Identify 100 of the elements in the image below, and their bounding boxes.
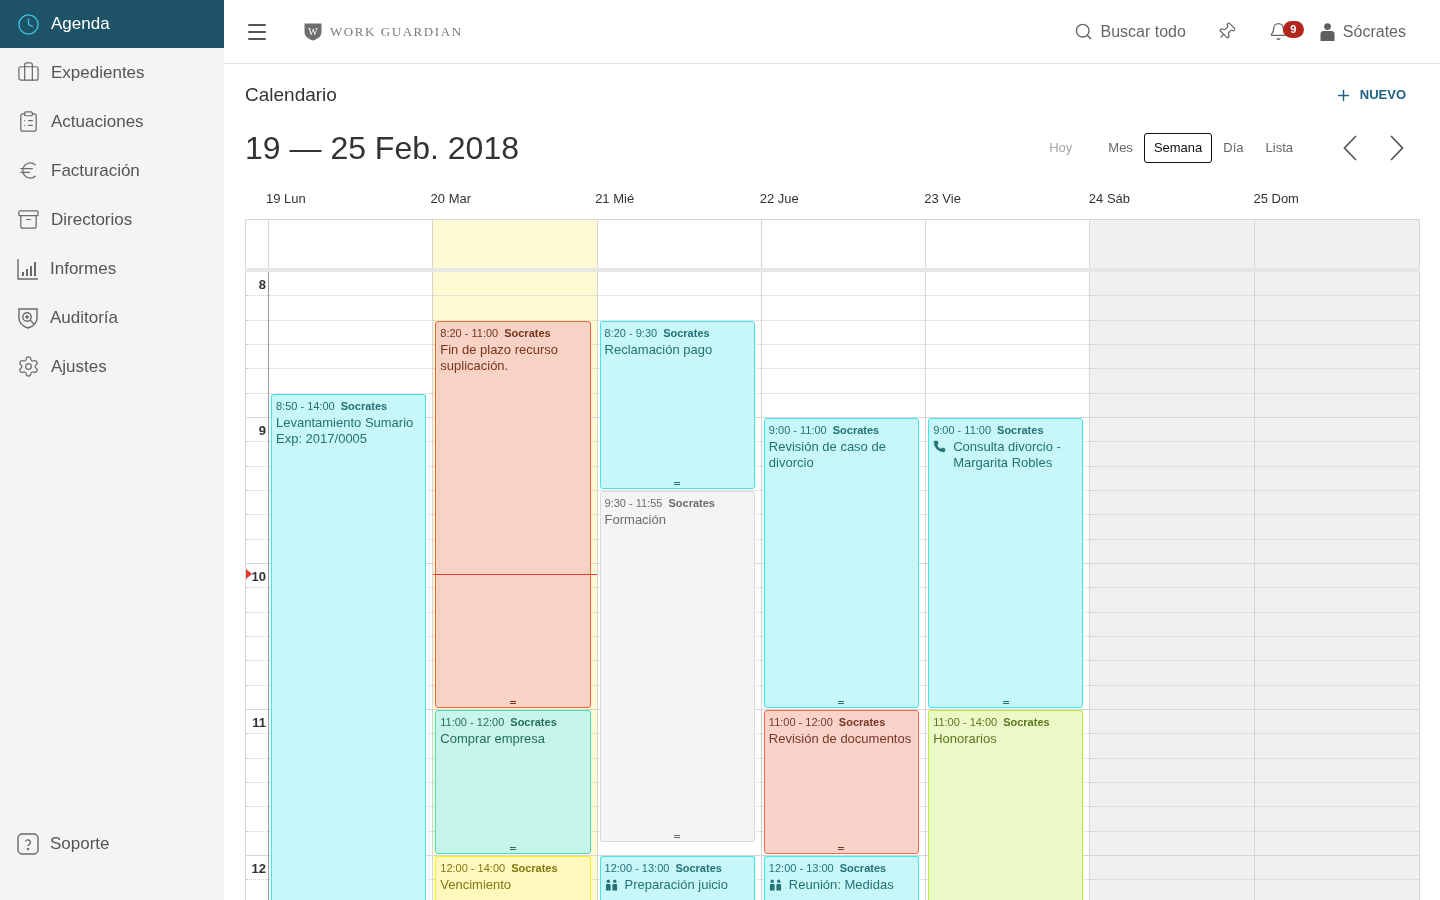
calendar-event[interactable]: 9:00 - 11:00 Socrates Consulta divorcio - Margarita Robles bbox=[928, 418, 1084, 708]
event-owner: Socrates bbox=[340, 398, 388, 414]
event-title: Preparación juicio bbox=[624, 877, 728, 893]
notifications-button[interactable]: 9 bbox=[1266, 18, 1304, 45]
people-icon bbox=[768, 879, 782, 891]
phone-icon bbox=[933, 440, 947, 453]
sidebar-item[interactable]: Ajustes bbox=[0, 342, 224, 391]
search-button[interactable]: Buscar todo bbox=[1074, 19, 1186, 44]
event-owner: Socrates bbox=[832, 423, 880, 438]
event-owner: Socrates bbox=[668, 496, 715, 511]
calendar-event[interactable]: 8:50 - 14:00 Socrates Levantamiento Sumario Exp: 2017/0005 bbox=[271, 393, 427, 900]
calendar-event[interactable]: 8:20 - 9:30 Socrates Reclamación pago bbox=[599, 320, 755, 489]
resize-handle-icon bbox=[509, 847, 516, 850]
sidebar-item[interactable]: Directorios bbox=[0, 195, 224, 244]
event-title: Reclamación pago bbox=[604, 341, 713, 358]
event-title: Levantamiento Sumario bbox=[276, 414, 414, 431]
event-title: Reunión: Medidas bbox=[788, 877, 894, 893]
notification-count-badge: 9 bbox=[1282, 20, 1304, 38]
day-header: 19 Lun bbox=[266, 191, 307, 207]
resize-handle-icon bbox=[674, 834, 681, 838]
event-case-number: Exp: 2017/0005 bbox=[276, 430, 368, 447]
calendar-event[interactable]: 9:30 - 11:55 Socrates Formación bbox=[599, 491, 755, 842]
sidebar-item[interactable]: Auditoría bbox=[0, 293, 224, 342]
archive-box-icon bbox=[17, 208, 40, 231]
hour-label: 10 bbox=[251, 569, 266, 585]
event-time: 11:00 - 12:00 bbox=[440, 715, 505, 730]
user-icon bbox=[1319, 22, 1335, 41]
clock-icon bbox=[17, 12, 40, 36]
event-owner: Socrates bbox=[1003, 715, 1050, 730]
sidebar-item[interactable]: Actuaciones bbox=[0, 97, 224, 146]
calendar-event[interactable]: 11:00 - 14:00 Socrates Honorarios bbox=[928, 710, 1084, 900]
event-time: 9:00 - 11:00 bbox=[768, 423, 827, 438]
sidebar-item[interactable]: Agenda bbox=[0, 0, 224, 48]
help-icon bbox=[17, 832, 39, 855]
hour-label: 9 bbox=[258, 423, 266, 439]
calendar-event[interactable]: 11:00 - 12:00 Socrates Comprar empresa bbox=[435, 710, 591, 854]
hour-label: 8 bbox=[258, 277, 266, 293]
hour-label: 11 bbox=[252, 715, 266, 731]
event-time: 11:00 - 14:00 bbox=[933, 715, 998, 730]
logo-icon: W bbox=[304, 22, 322, 41]
calendar-event[interactable]: 8:20 - 11:00 Socrates Fin de plazo recurso suplicación. bbox=[435, 320, 591, 708]
event-time: 8:20 - 11:00 bbox=[440, 325, 499, 341]
calendar-event[interactable]: 9:00 - 11:00 Socrates Revisión de caso de divorcio bbox=[763, 418, 920, 708]
resize-handle-icon bbox=[838, 847, 845, 850]
event-time: 12:00 - 13:00 bbox=[768, 861, 834, 876]
calendar-event[interactable]: 12:00 - 13:00 Socrates Reunión: Medidas bbox=[763, 856, 920, 900]
view-tab[interactable]: Semana bbox=[1143, 133, 1213, 163]
event-owner: Socrates bbox=[997, 423, 1044, 438]
day-header: 24 Sáb bbox=[1088, 191, 1132, 207]
event-owner: Socrates bbox=[663, 325, 710, 341]
chevron-left-icon bbox=[1343, 135, 1357, 161]
people-icon bbox=[604, 879, 618, 891]
search-icon bbox=[1074, 22, 1094, 41]
user-menu-button[interactable]: Sócrates bbox=[1319, 19, 1406, 44]
resize-handle-icon bbox=[674, 482, 681, 485]
settings-icon bbox=[17, 355, 40, 378]
chevron-right-icon bbox=[1390, 135, 1404, 161]
day-header: 21 Mié bbox=[595, 191, 636, 207]
event-title: Formación bbox=[604, 512, 666, 528]
event-title: Consulta divorcio - Margarita Robles bbox=[953, 439, 1062, 471]
event-title: Revisión de caso de divorcio bbox=[768, 439, 887, 471]
event-owner: Socrates bbox=[510, 715, 557, 730]
day-header: 25 Dom bbox=[1253, 191, 1300, 207]
calendar-event[interactable]: 11:00 - 12:00 Socrates Revisión de documentos bbox=[763, 710, 920, 854]
event-owner: Socrates bbox=[838, 715, 886, 730]
date-range-title: 19 — 25 Feb. 2018 bbox=[245, 132, 519, 164]
sidebar-item[interactable]: Expedientes bbox=[0, 48, 224, 97]
event-owner: Socrates bbox=[675, 861, 722, 876]
view-tab[interactable]: Mes bbox=[1097, 133, 1144, 163]
event-owner: Socrates bbox=[511, 861, 558, 876]
sidebar-item[interactable]: Facturación bbox=[0, 146, 224, 195]
sidebar-item[interactable]: Soporte bbox=[0, 819, 224, 868]
new-button[interactable]: NUEVO bbox=[1334, 85, 1406, 105]
event-owner: Socrates bbox=[839, 861, 887, 876]
event-title: Revisión de documentos bbox=[768, 731, 912, 747]
event-time: 12:00 - 13:00 bbox=[604, 861, 670, 876]
clipboard-list-icon bbox=[17, 110, 40, 133]
view-tab[interactable]: Lista bbox=[1254, 133, 1304, 163]
event-title: Vencimiento bbox=[440, 877, 512, 893]
event-time: 12:00 - 14:00 bbox=[440, 861, 506, 876]
brand-name: WORK GUARDIAN bbox=[330, 22, 463, 41]
event-title: Comprar empresa bbox=[440, 731, 546, 747]
calendar-event[interactable]: 12:00 - 14:00 Socrates Vencimiento bbox=[435, 856, 591, 900]
day-header: 20 Mar bbox=[430, 191, 473, 207]
event-time: 9:00 - 11:00 bbox=[933, 423, 992, 438]
day-header: 23 Vie bbox=[924, 191, 962, 207]
event-title: Honorarios bbox=[933, 731, 997, 747]
bar-chart-icon bbox=[17, 257, 39, 280]
event-time: 11:00 - 12:00 bbox=[768, 715, 833, 730]
pin-button[interactable] bbox=[1216, 21, 1237, 42]
bell-icon bbox=[1268, 22, 1288, 41]
sidebar-item[interactable]: Informes bbox=[0, 244, 224, 293]
event-title: Fin de plazo recurso suplicación. bbox=[440, 341, 560, 374]
hour-label: 12 bbox=[251, 861, 266, 877]
event-time: 8:50 - 14:00 bbox=[276, 398, 335, 414]
current-time-marker-icon bbox=[246, 568, 252, 579]
shield-search-icon bbox=[17, 306, 39, 329]
calendar-event[interactable]: 12:00 - 13:00 Socrates Preparación juicio bbox=[599, 856, 755, 900]
view-tab[interactable]: Día bbox=[1212, 133, 1255, 163]
briefcase-icon bbox=[17, 61, 40, 84]
